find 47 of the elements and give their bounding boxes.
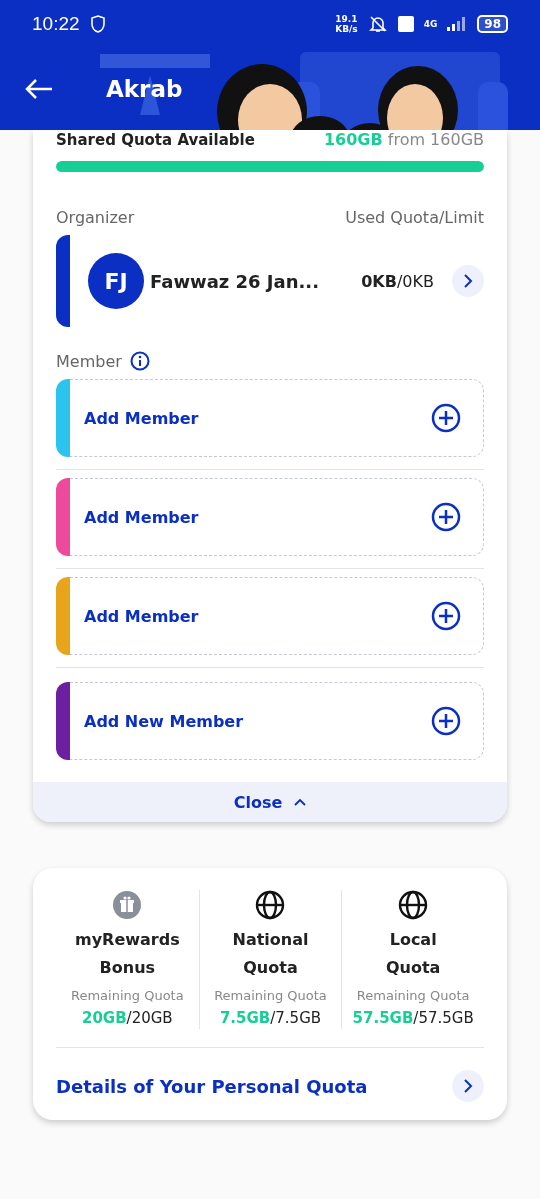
back-button[interactable] bbox=[24, 78, 54, 100]
plus-circle-icon bbox=[431, 502, 461, 532]
signal-icon bbox=[447, 17, 468, 31]
organizer-details-button[interactable] bbox=[452, 265, 484, 297]
battery-level: 98 bbox=[477, 15, 508, 33]
quota-title: National Quota bbox=[232, 929, 309, 979]
plus-circle-icon bbox=[431, 706, 461, 736]
globe-icon bbox=[398, 890, 429, 920]
add-member-button[interactable]: Add Member bbox=[70, 478, 484, 556]
close-button[interactable]: Close bbox=[33, 782, 507, 822]
quota-caption: Remaining Quota bbox=[214, 988, 327, 1003]
status-time: 10:22 bbox=[32, 13, 80, 35]
chevron-up-icon bbox=[294, 798, 307, 806]
personal-quota-link[interactable]: Details of Your Personal Quota bbox=[56, 1075, 368, 1097]
speed-value: 19.1 bbox=[335, 14, 358, 24]
page-title: Akrab bbox=[106, 76, 183, 102]
network-type: 4G bbox=[423, 19, 438, 29]
info-icon[interactable] bbox=[129, 351, 150, 371]
speed-unit: KB/s bbox=[335, 24, 358, 34]
gift-icon bbox=[112, 890, 143, 920]
back-arrow-icon bbox=[24, 78, 54, 100]
plus-circle-icon bbox=[431, 601, 461, 631]
quota-caption: Remaining Quota bbox=[71, 988, 184, 1003]
bell-muted-icon bbox=[367, 14, 388, 34]
hand-shield-icon bbox=[89, 15, 106, 33]
quota-value: 7.5GB/7.5GB bbox=[219, 1009, 322, 1027]
add-member-button[interactable]: Add Member bbox=[70, 577, 484, 655]
chevron-right-icon bbox=[463, 274, 473, 288]
organizer-avatar: FJ bbox=[88, 253, 144, 309]
add-member-button[interactable]: Add New Member bbox=[70, 682, 484, 760]
quota-title: Local Quota bbox=[385, 929, 441, 979]
organizer-usage: 0KB/0KB bbox=[361, 271, 434, 291]
chevron-right-icon bbox=[463, 1079, 473, 1093]
quota-title: myRewards Bonus bbox=[74, 929, 180, 979]
used-quota-heading: Used Quota/Limit bbox=[345, 208, 484, 227]
shared-quota-label: Shared Quota Available bbox=[56, 131, 255, 149]
organizer-name: Fawwaz 26 Jan... bbox=[150, 270, 321, 292]
organizer-label: Organizer bbox=[56, 208, 135, 227]
quota-value: 57.5GB/57.5GB bbox=[352, 1009, 474, 1027]
personal-quota-button[interactable] bbox=[452, 1070, 484, 1102]
quota-value: 20GB/20GB bbox=[82, 1009, 173, 1027]
add-member-button[interactable]: Add Member bbox=[70, 379, 484, 457]
quota-caption: Remaining Quota bbox=[356, 988, 470, 1003]
member-label: Member bbox=[56, 351, 122, 371]
globe-icon bbox=[255, 890, 286, 920]
plus-circle-icon bbox=[431, 403, 461, 433]
shared-quota-amount: 160GB from 160GB bbox=[323, 130, 484, 149]
